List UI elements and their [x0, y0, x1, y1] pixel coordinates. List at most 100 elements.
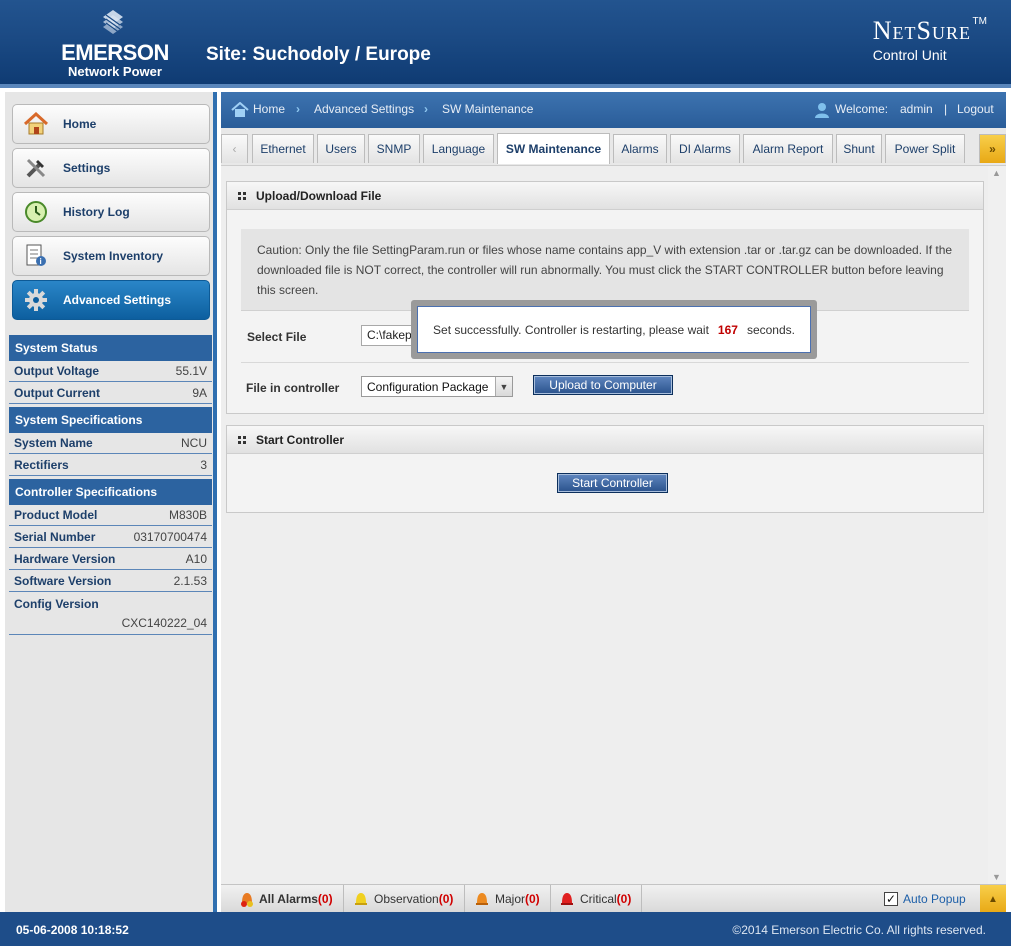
- alarm-bell-icon: [355, 893, 367, 905]
- controller-value: M830B: [168, 508, 207, 522]
- chevron-up-icon: ▲: [988, 893, 998, 905]
- nav-history-log-label: History Log: [63, 205, 130, 219]
- tab-language[interactable]: Language: [423, 134, 494, 163]
- alarm-bell-icon: [476, 893, 488, 905]
- breadcrumb-advanced-settings-link[interactable]: Advanced Settings: [314, 102, 414, 116]
- emerson-logo: EMERSON Network Power: [50, 10, 185, 80]
- start-controller-panel: Start Controller Start Controller: [226, 425, 984, 513]
- upload-download-panel: Upload/Download File Caution: Only the f…: [226, 181, 984, 414]
- major-alarms-button[interactable]: Major (0): [465, 885, 551, 913]
- controller-row-software-version: Software Version 2.1.53: [9, 571, 212, 592]
- gear-icon: [23, 287, 49, 313]
- all-alarms-label: All Alarms: [259, 892, 318, 906]
- header-divider: |: [944, 102, 948, 116]
- spec-value: 3: [200, 458, 207, 472]
- vertical-scrollbar[interactable]: ▲ ▼: [988, 166, 1006, 884]
- product-name: NetSure: [872, 16, 971, 45]
- chevron-right-icon: ›: [424, 102, 428, 116]
- tab-snmp[interactable]: SNMP: [368, 134, 420, 163]
- critical-alarms-button[interactable]: Critical (0): [551, 885, 642, 913]
- nav-home-label: Home: [63, 117, 97, 131]
- home-icon[interactable]: [231, 102, 249, 118]
- tab-scroll-left-button[interactable]: ‹: [221, 134, 248, 163]
- spec-label: System Name: [14, 436, 93, 450]
- user-icon: [815, 103, 829, 118]
- spec-value: NCU: [181, 436, 207, 450]
- alarm-panel-toggle-button[interactable]: ▲: [980, 885, 1006, 913]
- caution-message: Caution: Only the file SettingParam.run …: [241, 229, 969, 311]
- chevron-down-icon[interactable]: ▼: [992, 872, 1001, 882]
- double-chevron-right-icon: »: [989, 142, 996, 156]
- username: admin: [900, 102, 933, 116]
- nav-history-log-button[interactable]: History Log: [12, 192, 210, 232]
- nav-advanced-settings-label: Advanced Settings: [63, 293, 172, 307]
- settings-tools-icon: [23, 155, 49, 181]
- system-status-heading: System Status: [9, 335, 212, 361]
- system-specifications-heading: System Specifications: [9, 407, 212, 433]
- controller-label: Software Version: [14, 574, 112, 588]
- restart-dialog-body: Set successfully. Controller is restarti…: [417, 306, 811, 353]
- nav-system-inventory-button[interactable]: i System Inventory: [12, 236, 210, 276]
- tab-alarms[interactable]: Alarms: [613, 134, 667, 163]
- auto-popup-checkbox[interactable]: ✓: [884, 892, 898, 906]
- panel-title: Upload/Download File: [256, 188, 382, 203]
- status-label: Output Voltage: [14, 364, 100, 378]
- restart-dialog: Set successfully. Controller is restarti…: [411, 300, 817, 359]
- nav-advanced-settings-button[interactable]: Advanced Settings: [12, 280, 210, 320]
- footer-copyright: ©2014 Emerson Electric Co. All rights re…: [732, 923, 986, 937]
- spec-row-system-name: System Name NCU: [9, 433, 212, 454]
- history-clock-icon: [23, 199, 49, 225]
- tab-power-split[interactable]: Power Split: [885, 134, 965, 163]
- status-row-output-voltage: Output Voltage 55.1V: [9, 361, 212, 382]
- file-in-controller-select[interactable]: Configuration Package ▼: [361, 376, 513, 397]
- spec-label: Rectifiers: [14, 458, 69, 472]
- start-controller-button[interactable]: Start Controller: [557, 473, 668, 493]
- tab-bar: ‹ Ethernet Users SNMP Language SW Mainte…: [221, 128, 1006, 166]
- controller-row-hardware-version: Hardware Version A10: [9, 549, 212, 570]
- tab-ethernet[interactable]: Ethernet: [252, 134, 314, 163]
- controller-label: Serial Number: [14, 530, 96, 544]
- critical-count: (0): [616, 892, 632, 906]
- select-file-label: Select File: [247, 330, 307, 344]
- divider: [241, 362, 969, 363]
- file-in-controller-value: Configuration Package: [367, 379, 489, 394]
- emerson-emblem-icon: [103, 10, 123, 34]
- controller-label: Config Version: [14, 597, 99, 611]
- major-label: Major: [495, 892, 526, 906]
- all-alarms-count: (0): [317, 892, 333, 906]
- brand-subtitle: Network Power: [68, 64, 162, 79]
- footer: 05-06-2008 10:18:52 ©2014 Emerson Electr…: [0, 912, 1011, 946]
- controller-row-config-version: Config Version CXC140222_04: [9, 593, 212, 635]
- nav-home-button[interactable]: Home: [12, 104, 210, 144]
- nav-settings-label: Settings: [63, 161, 111, 175]
- breadcrumb-home-link[interactable]: Home: [253, 102, 285, 116]
- restart-message-suffix: seconds.: [746, 322, 795, 337]
- alarm-bell-icon: [561, 893, 573, 905]
- controller-value: A10: [185, 552, 207, 566]
- welcome-label: Welcome:: [835, 102, 889, 116]
- upload-to-computer-button[interactable]: Upload to Computer: [533, 375, 673, 395]
- sidebar: Home Settings History Log i System Inven…: [5, 92, 217, 912]
- brand-name: EMERSON: [61, 40, 169, 65]
- controller-specifications-heading: Controller Specifications: [9, 479, 212, 505]
- controller-label: Product Model: [14, 508, 98, 522]
- tab-alarm-report[interactable]: Alarm Report: [743, 134, 833, 163]
- status-value: 55.1V: [175, 364, 207, 378]
- home-icon: [23, 111, 49, 137]
- observation-alarms-button[interactable]: Observation (0): [344, 885, 465, 913]
- status-row-output-current: Output Current 9A: [9, 383, 212, 404]
- tab-shunt[interactable]: Shunt: [836, 134, 882, 163]
- logout-link[interactable]: Logout: [957, 102, 994, 116]
- breadcrumb-bar: Home › Advanced Settings › SW Maintenanc…: [221, 92, 1006, 128]
- tab-sw-maintenance[interactable]: SW Maintenance: [497, 133, 610, 164]
- auto-popup-label[interactable]: Auto Popup: [903, 892, 966, 906]
- main-content: Home › Advanced Settings › SW Maintenanc…: [221, 92, 1006, 913]
- chevron-up-icon[interactable]: ▲: [992, 168, 1001, 178]
- all-alarms-button[interactable]: All Alarms (0): [221, 885, 344, 913]
- major-count: (0): [525, 892, 540, 906]
- nav-settings-button[interactable]: Settings: [12, 148, 210, 188]
- tab-di-alarms[interactable]: DI Alarms: [670, 134, 740, 163]
- chevron-down-icon: ▼: [495, 377, 512, 396]
- tab-scroll-right-button[interactable]: »: [979, 134, 1006, 163]
- tab-users[interactable]: Users: [317, 134, 365, 163]
